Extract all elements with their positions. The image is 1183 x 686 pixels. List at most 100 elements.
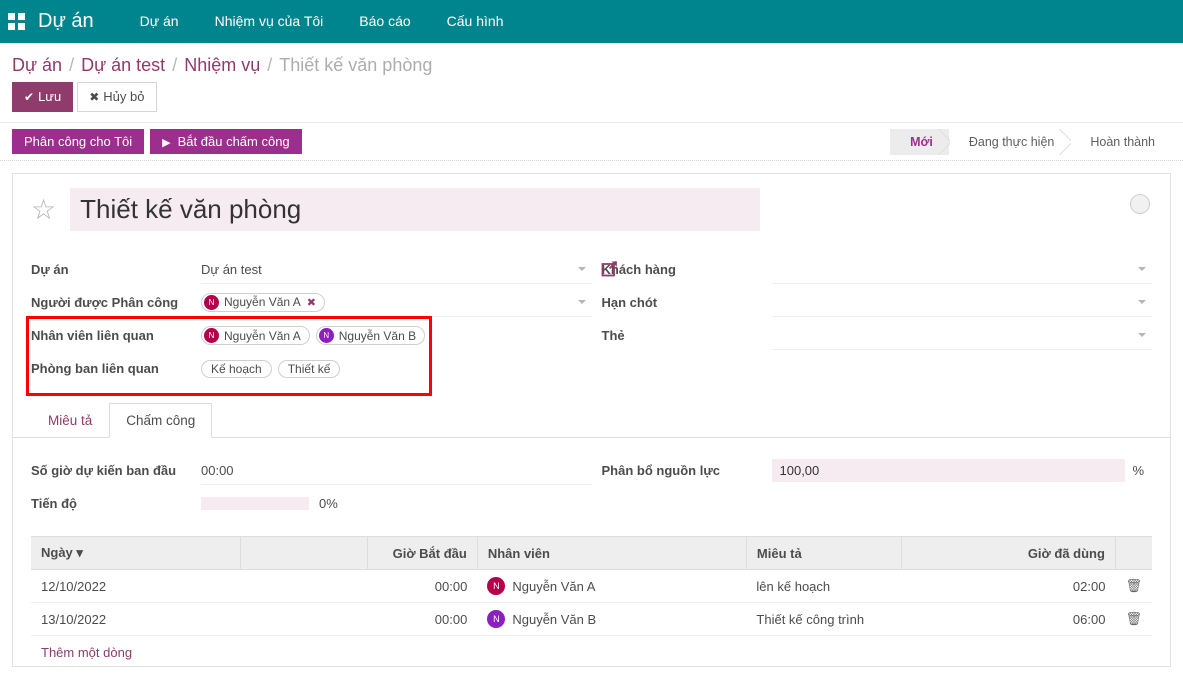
field-value-related-departments[interactable]: Kế hoạch Thiết kế bbox=[201, 355, 592, 383]
related-employee-tag[interactable]: N Nguyễn Văn A bbox=[201, 326, 310, 345]
start-timesheet-label: Bắt đầu chấm công bbox=[178, 134, 290, 149]
field-value-deadline[interactable] bbox=[772, 289, 1153, 317]
save-button[interactable]: ✔ Lưu bbox=[12, 82, 73, 112]
nav-item-configuration[interactable]: Cấu hình bbox=[429, 0, 522, 43]
chevron-down-icon[interactable] bbox=[1138, 333, 1146, 337]
notebook-tabs: Miêu tả Chấm công bbox=[13, 403, 1170, 438]
field-value-planned-hours[interactable]: 00:00 bbox=[201, 457, 592, 485]
cell-hours-spent[interactable]: 06:00 bbox=[901, 603, 1115, 636]
form-field-grid: Dự án Dự án test bbox=[31, 253, 1152, 385]
progress-percent-label: 0% bbox=[319, 496, 338, 511]
timesheet-table: Ngày ▾ Giờ Bắt đầu Nhân viên Miêu tả Giờ… bbox=[31, 536, 1152, 636]
field-row-tags: Thẻ bbox=[602, 319, 1153, 352]
tab-timesheets[interactable]: Chấm công bbox=[109, 403, 212, 438]
nav-item-reporting[interactable]: Báo cáo bbox=[341, 0, 428, 43]
nav-item-projects[interactable]: Dự án bbox=[122, 0, 197, 43]
allocation-input[interactable] bbox=[772, 459, 1125, 482]
planned-hours-value: 00:00 bbox=[201, 463, 234, 478]
cell-start-hour[interactable]: 00:00 bbox=[367, 603, 477, 636]
stage-in-progress[interactable]: Đang thực hiện bbox=[949, 129, 1071, 155]
column-header-hours-spent[interactable]: Giờ đã dùng bbox=[901, 537, 1115, 570]
employee-cell-content: N Nguyễn Văn A bbox=[487, 577, 736, 595]
task-name-input[interactable] bbox=[70, 188, 760, 231]
remove-tag-icon[interactable]: ✖ bbox=[307, 296, 316, 309]
breadcrumb-item-project-test[interactable]: Dự án test bbox=[81, 55, 165, 76]
breadcrumb-item-tasks[interactable]: Nhiệm vụ bbox=[184, 55, 260, 76]
action-status-bar: Phân công cho Tôi ▶ Bắt đầu chấm công Mới… bbox=[0, 123, 1183, 161]
field-value-tags[interactable] bbox=[772, 322, 1153, 350]
related-department-tag[interactable]: Thiết kế bbox=[278, 360, 341, 378]
field-value-project[interactable]: Dự án test bbox=[201, 256, 592, 284]
form-sheet-wrapper: ☆ Dự án Dự án test bbox=[0, 161, 1183, 679]
cell-employee[interactable]: N Nguyễn Văn B bbox=[477, 603, 746, 636]
column-header-description[interactable]: Miêu tả bbox=[746, 537, 901, 570]
stage-done[interactable]: Hoàn thành bbox=[1070, 129, 1171, 155]
field-value-assignees[interactable]: N Nguyễn Văn A ✖ bbox=[201, 289, 592, 317]
field-row-progress: Tiến độ 0% bbox=[31, 487, 592, 520]
cell-spacer bbox=[240, 570, 367, 603]
chevron-down-icon[interactable] bbox=[1138, 267, 1146, 271]
table-row[interactable]: 13/10/2022 00:00 N Nguyễn Văn B Thiết kế… bbox=[31, 603, 1152, 636]
timesheets-tab-pane: Số giờ dự kiến ban đầu 00:00 Tiến độ 0% bbox=[31, 438, 1152, 666]
start-timesheet-button[interactable]: ▶ Bắt đầu chấm công bbox=[150, 129, 302, 154]
check-icon: ✔ bbox=[24, 90, 34, 104]
timesheet-summary-grid: Số giờ dự kiến ban đầu 00:00 Tiến độ 0% bbox=[31, 454, 1152, 520]
cell-start-hour[interactable]: 00:00 bbox=[367, 570, 477, 603]
breadcrumb-current-record: Thiết kế văn phòng bbox=[279, 55, 432, 76]
column-header-start-hour[interactable]: Giờ Bắt đầu bbox=[367, 537, 477, 570]
trash-icon[interactable]: 🗑 bbox=[1125, 611, 1142, 626]
save-button-label: Lưu bbox=[38, 89, 61, 104]
cell-description[interactable]: lên kế hoạch bbox=[746, 570, 901, 603]
chevron-down-icon[interactable] bbox=[578, 300, 586, 304]
play-icon: ▶ bbox=[162, 136, 170, 149]
tab-description[interactable]: Miêu tả bbox=[31, 403, 109, 438]
cell-date[interactable]: 12/10/2022 bbox=[31, 570, 240, 603]
field-value-allocation[interactable]: % bbox=[772, 457, 1153, 485]
chevron-down-icon[interactable] bbox=[578, 267, 586, 271]
cell-description[interactable]: Thiết kế công trình bbox=[746, 603, 901, 636]
column-header-date[interactable]: Ngày ▾ bbox=[31, 537, 240, 570]
allocation-unit-label: % bbox=[1133, 463, 1145, 478]
cell-date[interactable]: 13/10/2022 bbox=[31, 603, 240, 636]
stage-new[interactable]: Mới bbox=[890, 129, 949, 155]
breadcrumb-separator: / bbox=[267, 55, 272, 76]
field-label-assignees: Người được Phân công bbox=[31, 295, 201, 310]
discard-button-label: Hủy bỏ bbox=[103, 89, 144, 104]
field-label-related-departments: Phòng ban liên quan bbox=[31, 361, 201, 376]
cell-actions: 🗑 bbox=[1115, 570, 1152, 603]
cell-employee[interactable]: N Nguyễn Văn A bbox=[477, 570, 746, 603]
app-brand-title[interactable]: Dự án bbox=[38, 10, 94, 33]
breadcrumb-item-projects[interactable]: Dự án bbox=[12, 55, 62, 76]
field-row-customer: Khách hàng bbox=[602, 253, 1153, 286]
kanban-state-circle-icon[interactable] bbox=[1130, 194, 1150, 214]
field-value-related-employees[interactable]: N Nguyễn Văn A N Nguyễn Văn B bbox=[201, 322, 592, 350]
breadcrumb-separator: / bbox=[69, 55, 74, 76]
timesheet-summary-left: Số giờ dự kiến ban đầu 00:00 Tiến độ 0% bbox=[31, 454, 592, 520]
external-link-icon[interactable] bbox=[601, 260, 618, 277]
times-icon: ✖ bbox=[89, 90, 99, 104]
chevron-down-icon[interactable] bbox=[1138, 300, 1146, 304]
cell-hours-spent[interactable]: 02:00 bbox=[901, 570, 1115, 603]
apps-grid-icon[interactable] bbox=[8, 13, 26, 31]
assignee-tag[interactable]: N Nguyễn Văn A ✖ bbox=[201, 293, 325, 312]
cell-spacer bbox=[240, 603, 367, 636]
employee-name: Nguyễn Văn A bbox=[512, 579, 595, 594]
related-department-tag[interactable]: Kế hoạch bbox=[201, 360, 272, 378]
control-panel: Dự án / Dự án test / Nhiệm vụ / Thiết kế… bbox=[0, 43, 1183, 123]
field-value-customer[interactable] bbox=[772, 256, 1153, 284]
assign-to-me-button[interactable]: Phân công cho Tôi bbox=[12, 129, 144, 154]
avatar: N bbox=[487, 577, 505, 595]
column-header-employee[interactable]: Nhân viên bbox=[477, 537, 746, 570]
add-a-line-link[interactable]: Thêm một dòng bbox=[31, 636, 142, 666]
column-header-spacer bbox=[240, 537, 367, 570]
field-row-allocation: Phân bổ nguồn lực % bbox=[602, 454, 1153, 487]
related-employee-tag[interactable]: N Nguyễn Văn B bbox=[316, 326, 425, 345]
star-outline-icon[interactable]: ☆ bbox=[31, 196, 56, 224]
field-row-related-employees: Nhân viên liên quan N Nguyễn Văn A N Ngu… bbox=[31, 319, 592, 352]
status-pipeline: Mới Đang thực hiện Hoàn thành bbox=[890, 129, 1171, 155]
table-row[interactable]: 12/10/2022 00:00 N Nguyễn Văn A lên kế h… bbox=[31, 570, 1152, 603]
discard-button[interactable]: ✖ Hủy bỏ bbox=[77, 82, 156, 112]
action-button-group: Phân công cho Tôi ▶ Bắt đầu chấm công bbox=[12, 129, 302, 154]
nav-item-my-tasks[interactable]: Nhiệm vụ của Tôi bbox=[197, 0, 342, 43]
trash-icon[interactable]: 🗑 bbox=[1125, 578, 1142, 593]
